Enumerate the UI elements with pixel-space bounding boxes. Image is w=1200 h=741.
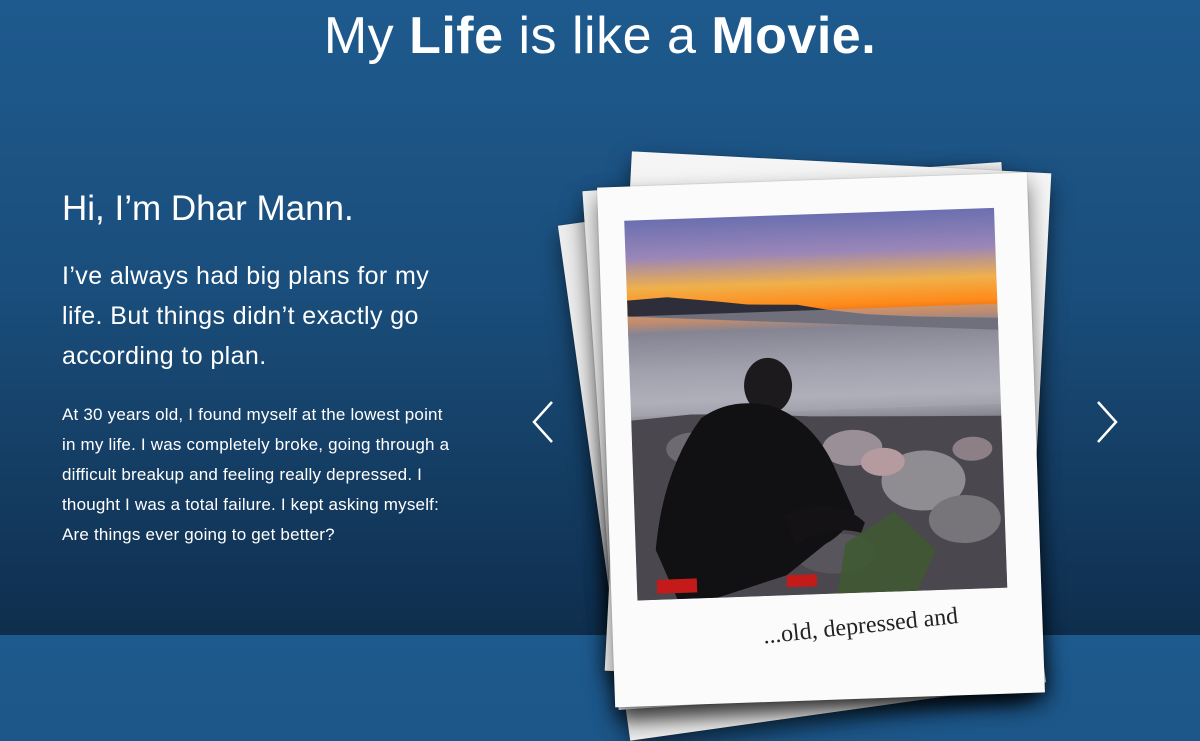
- intro-body: At 30 years old, I found myself at the l…: [62, 405, 450, 544]
- carousel-next-button[interactable]: [1092, 398, 1122, 446]
- intro-lead: I’ve always had big plans for my life. B…: [62, 262, 430, 370]
- chevron-left-icon: [532, 401, 553, 443]
- title-bold-movie: Movie.: [711, 7, 877, 65]
- intro-greeting: Hi, I’m Dhar Mann.: [62, 189, 354, 228]
- title-part-1: My: [323, 7, 410, 65]
- sunset-photo: [624, 207, 1008, 601]
- chevron-right-icon: [1097, 401, 1118, 443]
- page: My Life is like a Movie. Hi, I’m Dhar Ma…: [0, 0, 1200, 741]
- title-bold-life: Life: [409, 7, 504, 65]
- title-part-2: is like a: [503, 7, 712, 65]
- page-title: My Life is like a Movie.: [0, 7, 1200, 65]
- polaroid-caption: ...old, depressed and: [761, 603, 960, 650]
- photo-carousel[interactable]: ...old, depressed and: [557, 150, 1080, 741]
- polaroid-front: ...old, depressed and: [597, 172, 1045, 708]
- carousel-prev-button[interactable]: [528, 398, 558, 446]
- intro-section: Hi, I’m Dhar Mann. I’ve always had big p…: [62, 188, 462, 550]
- photo-scene: [627, 297, 1008, 601]
